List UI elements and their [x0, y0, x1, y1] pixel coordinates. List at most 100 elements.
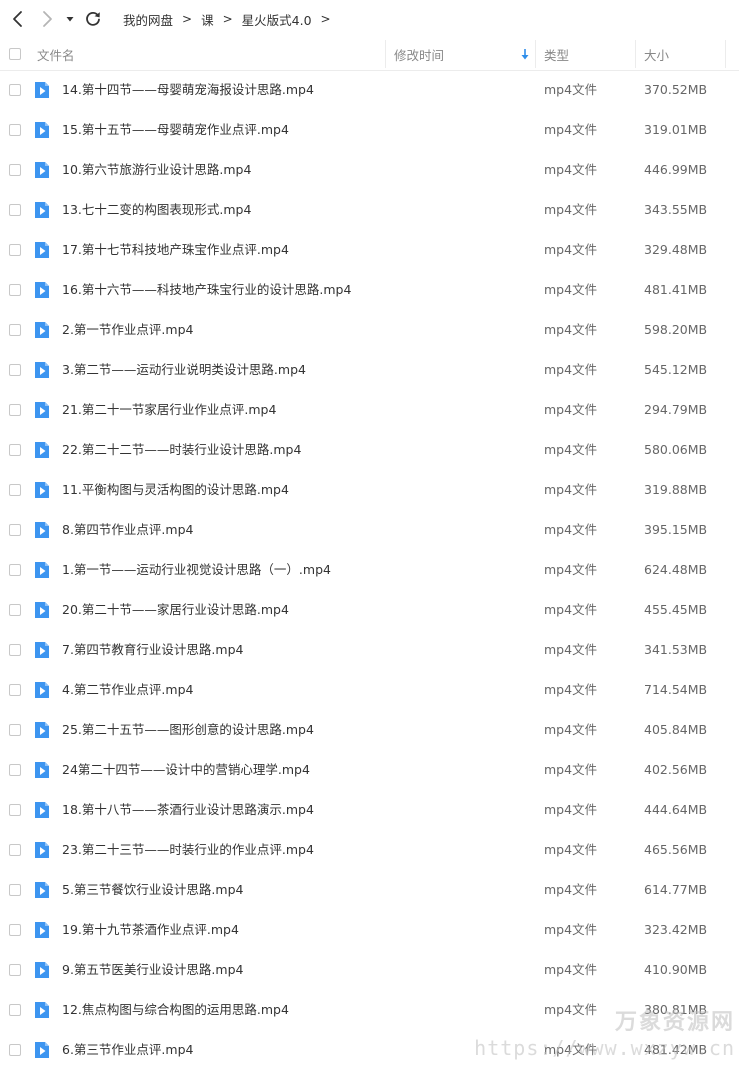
file-name[interactable]: 21.第二十一节家居行业作业点评.mp4 — [62, 390, 276, 430]
file-row[interactable]: 13.七十二变的构图表现形式.mp4 mp4文件 343.55MB — [0, 190, 739, 230]
file-row[interactable]: 2.第一节作业点评.mp4 mp4文件 598.20MB — [0, 310, 739, 350]
file-row-checkbox[interactable] — [9, 364, 21, 376]
column-divider[interactable] — [535, 40, 536, 68]
sort-descending-indicator[interactable] — [520, 38, 530, 70]
file-row[interactable]: 19.第十九节茶酒作业点评.mp4 mp4文件 323.42MB — [0, 910, 739, 950]
history-dropdown-button[interactable] — [63, 9, 77, 29]
file-row-checkbox[interactable] — [9, 524, 21, 536]
file-row[interactable]: 15.第十五节——母婴萌宠作业点评.mp4 mp4文件 319.01MB — [0, 110, 739, 150]
file-name[interactable]: 17.第十七节科技地产珠宝作业点评.mp4 — [62, 230, 289, 270]
column-header-size[interactable]: 大小 — [644, 38, 669, 70]
file-row-checkbox[interactable] — [9, 724, 21, 736]
arrow-down-icon — [521, 49, 529, 60]
file-name[interactable]: 14.第十四节——母婴萌宠海报设计思路.mp4 — [62, 70, 314, 110]
file-size: 395.15MB — [644, 522, 708, 537]
column-divider[interactable] — [635, 40, 636, 68]
file-name[interactable]: 18.第十八节——茶酒行业设计思路演示.mp4 — [62, 790, 314, 830]
file-name[interactable]: 6.第三节作业点评.mp4 — [62, 1030, 193, 1070]
file-name[interactable]: 25.第二十五节——图形创意的设计思路.mp4 — [62, 710, 314, 750]
file-name[interactable]: 15.第十五节——母婴萌宠作业点评.mp4 — [62, 110, 289, 150]
file-name[interactable]: 8.第四节作业点评.mp4 — [62, 510, 193, 550]
file-row[interactable]: 1.第一节——运动行业视觉设计思路（一）.mp4 mp4文件 624.48MB — [0, 550, 739, 590]
file-row-checkbox[interactable] — [9, 1044, 21, 1056]
file-name[interactable]: 1.第一节——运动行业视觉设计思路（一）.mp4 — [62, 550, 331, 590]
file-name[interactable]: 2.第一节作业点评.mp4 — [62, 310, 193, 350]
file-row[interactable]: 21.第二十一节家居行业作业点评.mp4 mp4文件 294.79MB — [0, 390, 739, 430]
video-file-icon — [35, 162, 49, 178]
file-name[interactable]: 9.第五节医美行业设计思路.mp4 — [62, 950, 243, 990]
file-name[interactable]: 23.第二十三节——时装行业的作业点评.mp4 — [62, 830, 314, 870]
file-row-checkbox[interactable] — [9, 324, 21, 336]
file-row-checkbox[interactable] — [9, 964, 21, 976]
file-row-checkbox[interactable] — [9, 564, 21, 576]
refresh-button[interactable] — [83, 9, 103, 29]
back-button[interactable] — [8, 9, 28, 29]
breadcrumb-item-course[interactable]: 课 — [201, 10, 214, 29]
file-name[interactable]: 24第二十四节——设计中的营销心理学.mp4 — [62, 750, 310, 790]
file-name[interactable]: 22.第二十二节——时装行业设计思路.mp4 — [62, 430, 301, 470]
file-name[interactable]: 5.第三节餐饮行业设计思路.mp4 — [62, 870, 243, 910]
forward-button[interactable] — [37, 9, 57, 29]
file-row[interactable]: 18.第十八节——茶酒行业设计思路演示.mp4 mp4文件 444.64MB — [0, 790, 739, 830]
file-row-checkbox[interactable] — [9, 884, 21, 896]
file-row-checkbox[interactable] — [9, 204, 21, 216]
file-row[interactable]: 20.第二十节——家居行业设计思路.mp4 mp4文件 455.45MB — [0, 590, 739, 630]
file-row[interactable]: 11.平衡构图与灵活构图的设计思路.mp4 mp4文件 319.88MB — [0, 470, 739, 510]
file-row-checkbox[interactable] — [9, 924, 21, 936]
column-header-name[interactable]: 文件名 — [37, 38, 75, 70]
file-row[interactable]: 5.第三节餐饮行业设计思路.mp4 mp4文件 614.77MB — [0, 870, 739, 910]
file-row[interactable]: 25.第二十五节——图形创意的设计思路.mp4 mp4文件 405.84MB — [0, 710, 739, 750]
file-row-checkbox[interactable] — [9, 84, 21, 96]
file-row[interactable]: 17.第十七节科技地产珠宝作业点评.mp4 mp4文件 329.48MB — [0, 230, 739, 270]
file-type: mp4文件 — [544, 882, 598, 897]
file-row[interactable]: 22.第二十二节——时装行业设计思路.mp4 mp4文件 580.06MB — [0, 430, 739, 470]
breadcrumb-item-root[interactable]: 我的网盘 — [123, 10, 173, 29]
file-size: 410.90MB — [644, 962, 708, 977]
file-row[interactable]: 16.第十六节——科技地产珠宝行业的设计思路.mp4 mp4文件 481.41MB — [0, 270, 739, 310]
file-name[interactable]: 19.第十九节茶酒作业点评.mp4 — [62, 910, 239, 950]
file-row-checkbox[interactable] — [9, 1004, 21, 1016]
file-row-checkbox[interactable] — [9, 644, 21, 656]
column-header-modified[interactable]: 修改时间 — [394, 38, 444, 70]
file-name[interactable]: 16.第十六节——科技地产珠宝行业的设计思路.mp4 — [62, 270, 351, 310]
file-name[interactable]: 3.第二节——运动行业说明类设计思路.mp4 — [62, 350, 306, 390]
file-name[interactable]: 10.第六节旅游行业设计思路.mp4 — [62, 150, 251, 190]
file-row-checkbox[interactable] — [9, 484, 21, 496]
file-row-checkbox[interactable] — [9, 804, 21, 816]
file-row-checkbox[interactable] — [9, 844, 21, 856]
file-row[interactable]: 3.第二节——运动行业说明类设计思路.mp4 mp4文件 545.12MB — [0, 350, 739, 390]
file-row[interactable]: 10.第六节旅游行业设计思路.mp4 mp4文件 446.99MB — [0, 150, 739, 190]
file-name[interactable]: 12.焦点构图与综合构图的运用思路.mp4 — [62, 990, 289, 1030]
file-name[interactable]: 11.平衡构图与灵活构图的设计思路.mp4 — [62, 470, 289, 510]
file-size: 455.45MB — [644, 602, 708, 617]
file-row-checkbox[interactable] — [9, 444, 21, 456]
file-name[interactable]: 4.第二节作业点评.mp4 — [62, 670, 193, 710]
column-header-type[interactable]: 类型 — [544, 38, 569, 70]
select-all-checkbox[interactable] — [9, 48, 21, 60]
file-name[interactable]: 7.第四节教育行业设计思路.mp4 — [62, 630, 243, 670]
file-row[interactable]: 14.第十四节——母婴萌宠海报设计思路.mp4 mp4文件 370.52MB — [0, 70, 739, 110]
file-row[interactable]: 6.第三节作业点评.mp4 mp4文件 481.42MB — [0, 1030, 739, 1070]
file-row-checkbox[interactable] — [9, 404, 21, 416]
column-divider[interactable] — [385, 40, 386, 68]
file-row-checkbox[interactable] — [9, 124, 21, 136]
file-row-checkbox[interactable] — [9, 764, 21, 776]
file-row[interactable]: 9.第五节医美行业设计思路.mp4 mp4文件 410.90MB — [0, 950, 739, 990]
column-divider[interactable] — [725, 40, 726, 68]
file-row-checkbox[interactable] — [9, 244, 21, 256]
file-row[interactable]: 8.第四节作业点评.mp4 mp4文件 395.15MB — [0, 510, 739, 550]
file-row[interactable]: 23.第二十三节——时装行业的作业点评.mp4 mp4文件 465.56MB — [0, 830, 739, 870]
file-size: 319.88MB — [644, 482, 708, 497]
file-row-checkbox[interactable] — [9, 604, 21, 616]
file-row-checkbox[interactable] — [9, 684, 21, 696]
file-row-checkbox[interactable] — [9, 284, 21, 296]
file-row[interactable]: 7.第四节教育行业设计思路.mp4 mp4文件 341.53MB — [0, 630, 739, 670]
file-row[interactable]: 24第二十四节——设计中的营销心理学.mp4 mp4文件 402.56MB — [0, 750, 739, 790]
breadcrumb-item-current[interactable]: 星火版式4.0 — [242, 10, 312, 29]
file-row[interactable]: 4.第二节作业点评.mp4 mp4文件 714.54MB — [0, 670, 739, 710]
file-name[interactable]: 13.七十二变的构图表现形式.mp4 — [62, 190, 251, 230]
file-name[interactable]: 20.第二十节——家居行业设计思路.mp4 — [62, 590, 289, 630]
file-type: mp4文件 — [544, 642, 598, 657]
file-row[interactable]: 12.焦点构图与综合构图的运用思路.mp4 mp4文件 380.81MB — [0, 990, 739, 1030]
file-row-checkbox[interactable] — [9, 164, 21, 176]
